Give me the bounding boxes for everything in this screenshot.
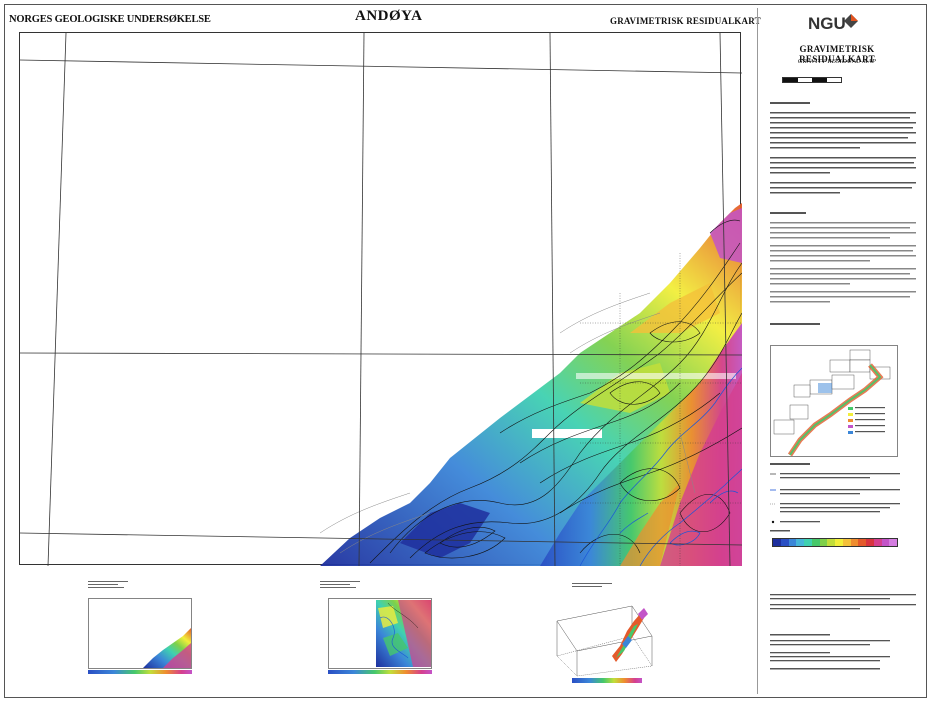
ramp-swatch <box>788 539 797 546</box>
main-map-canvas <box>20 33 742 566</box>
index-map[interactable] <box>770 345 898 457</box>
inset2-caption <box>320 577 370 595</box>
ramp-swatch <box>842 539 851 546</box>
main-map[interactable] <box>19 32 742 566</box>
inset-3d-view[interactable] <box>552 596 662 686</box>
ramp-swatch <box>819 539 828 546</box>
ramp-swatch <box>835 539 843 546</box>
ramp-swatch <box>866 539 874 546</box>
inset-map-coverage[interactable] <box>88 598 192 674</box>
scale-bar <box>782 77 842 83</box>
symbol-legend <box>770 463 900 532</box>
main-color-ramp <box>772 538 898 547</box>
ramp-swatch <box>850 539 859 546</box>
inset-map-bouguer[interactable] <box>328 598 432 674</box>
ramp-swatch <box>873 539 882 546</box>
ngu-logo: NGU <box>808 14 846 33</box>
ramp-swatch <box>773 539 781 546</box>
ramp-swatch <box>780 539 789 546</box>
footer-text-block <box>770 594 916 670</box>
ramp-swatch <box>858 539 866 546</box>
ramp-swatch <box>804 539 812 546</box>
inset1-caption <box>88 577 138 595</box>
description-text-block <box>770 102 916 325</box>
ramp-swatch <box>811 539 820 546</box>
panel-subtitle: GRAVITY RESIDUAL MAP <box>797 58 877 65</box>
publisher-title: NORGES GEOLOGISKE UNDERSØKELSE <box>9 14 211 25</box>
map-title: ANDØYA <box>355 8 423 24</box>
ngu-logo-icon <box>844 14 858 28</box>
ramp-swatch <box>827 539 835 546</box>
inset3-caption <box>572 577 622 595</box>
ramp-swatch <box>796 539 804 546</box>
ramp-swatch <box>881 539 890 546</box>
map-type-title: GRAVIMETRISK RESIDUALKART <box>610 16 761 26</box>
ramp-swatch <box>889 539 897 546</box>
